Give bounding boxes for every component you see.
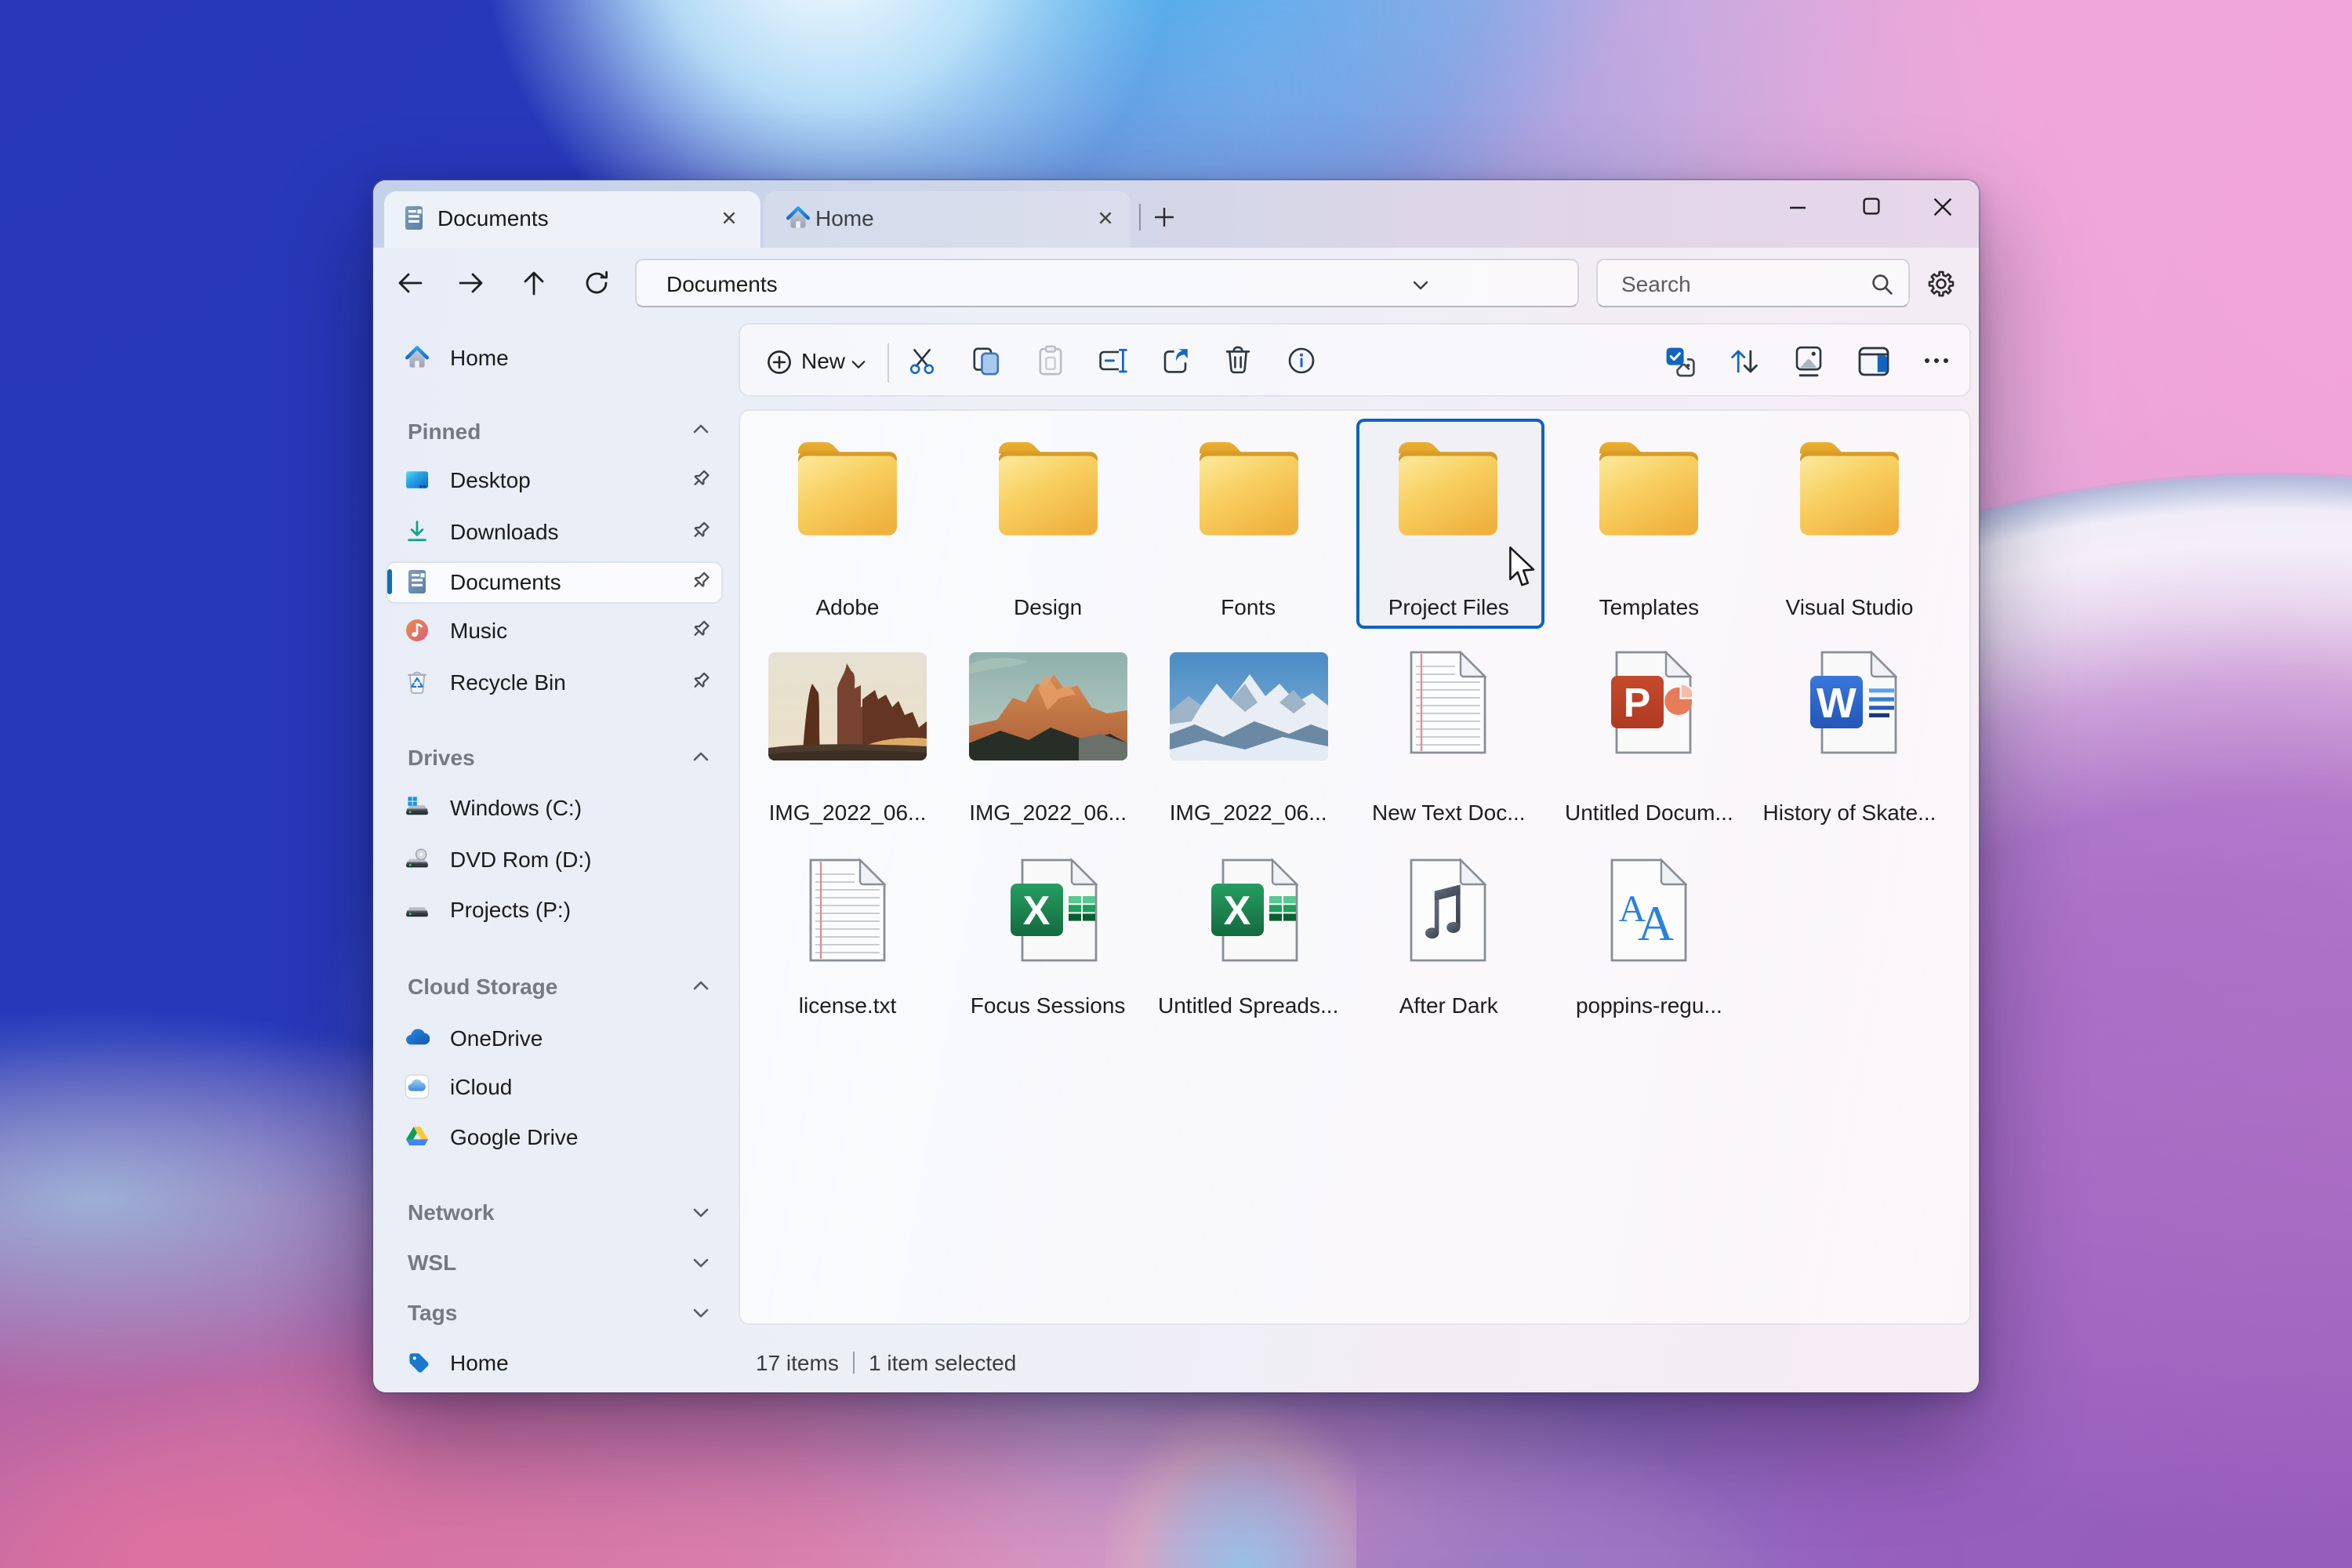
svg-text:A: A [1638,895,1674,950]
svg-text:X: X [1022,887,1050,933]
svg-text:W: W [1817,680,1857,727]
svg-text:X: X [1223,887,1250,933]
svg-text:P: P [1624,681,1651,726]
